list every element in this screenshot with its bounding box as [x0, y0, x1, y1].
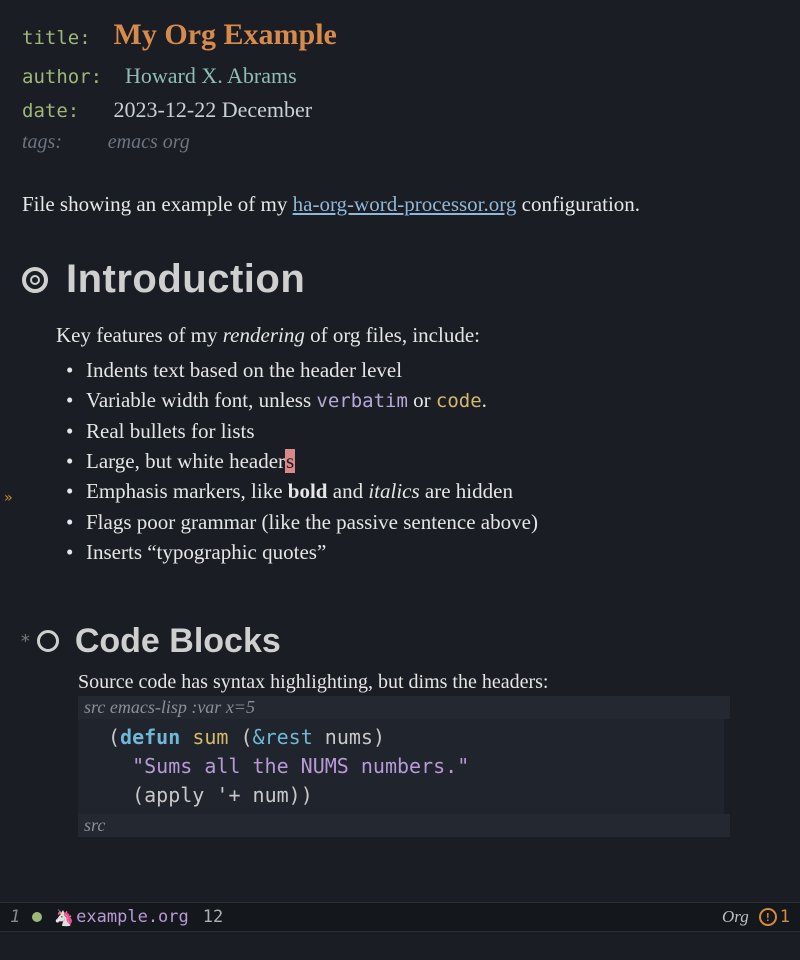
- code-blocks-body: Source code has syntax highlighting, but…: [78, 671, 780, 837]
- meta-date-key: date: [22, 100, 68, 122]
- meta-title-value: My Org Example: [114, 18, 337, 51]
- meta-author-line: author: Howard X. Abrams: [22, 59, 780, 93]
- heading-star-icon: *: [20, 631, 31, 652]
- heading-bullet-icon: [37, 630, 59, 652]
- heading-bullet-icon: [22, 267, 48, 293]
- list-item: Large, but white headers: [82, 446, 780, 476]
- meta-date-line: date: 2023-12-22 December: [22, 93, 780, 127]
- fringe-indicator-icon: »: [4, 490, 12, 506]
- meta-tags-value: emacs org: [108, 131, 190, 153]
- editor-frame: » title: My Org Example author: Howard X…: [0, 0, 800, 960]
- modeline-flycheck[interactable]: !1: [759, 907, 790, 927]
- list-item: Emphasis markers, like bold and italics …: [82, 476, 780, 506]
- heading-introduction[interactable]: Introduction: [22, 257, 780, 302]
- feature-list: Indents text based on the header level V…: [56, 355, 780, 568]
- list-item: Indents text based on the header level: [82, 355, 780, 385]
- src-begin-line: src emacs-lisp :var x=5: [78, 696, 730, 719]
- heading-code-blocks-text: Code Blocks: [75, 622, 281, 661]
- meta-tags-key: tags:: [22, 131, 62, 153]
- list-item: Inserts “typographic quotes”: [82, 537, 780, 567]
- intro-paragraph: File showing an example of my ha-org-wor…: [22, 190, 780, 219]
- modeline-major-mode[interactable]: Org: [722, 907, 749, 927]
- meta-author-value: Howard X. Abrams: [125, 63, 297, 88]
- modeline-line-number: 12: [203, 907, 223, 927]
- introduction-body: Key features of my rendering of org file…: [56, 320, 780, 568]
- modeline[interactable]: 1 🦄 example.org 12 Org !1: [0, 902, 800, 932]
- point-cursor: s: [285, 449, 295, 473]
- verbatim-text: verbatim: [316, 390, 408, 412]
- heading-code-blocks[interactable]: * Code Blocks: [20, 622, 780, 661]
- left-fringe: »: [0, 0, 18, 910]
- modeline-logo-icon: 🦄: [54, 908, 74, 927]
- modeline-window-number[interactable]: 1: [10, 907, 20, 927]
- src-end-line: src: [78, 814, 730, 837]
- buffer-content[interactable]: title: My Org Example author: Howard X. …: [0, 0, 800, 837]
- warning-icon: !: [759, 908, 777, 926]
- minibuffer[interactable]: [0, 932, 800, 960]
- code-blocks-lead: Source code has syntax highlighting, but…: [78, 671, 780, 694]
- list-item: Variable width font, unless verbatim or …: [82, 385, 780, 416]
- meta-title-key: title: [22, 27, 79, 49]
- config-link[interactable]: ha-org-word-processor.org: [293, 192, 517, 216]
- meta-date-value: 2023-12-22 December: [114, 97, 313, 122]
- meta-title-line: title: My Org Example: [22, 12, 780, 59]
- meta-author-key: author: [22, 66, 91, 88]
- heading-introduction-text: Introduction: [66, 257, 305, 302]
- meta-tags-line: tags: emacs org: [22, 127, 780, 158]
- list-item: Flags poor grammar (like the passive sen…: [82, 507, 780, 537]
- code-text: code: [436, 390, 482, 412]
- list-item: Real bullets for lists: [82, 416, 780, 446]
- source-code-block[interactable]: (defun sum (&rest nums) "Sums all the NU…: [78, 719, 724, 814]
- modeline-modified-icon: [32, 912, 42, 922]
- modeline-filename[interactable]: example.org: [76, 907, 189, 927]
